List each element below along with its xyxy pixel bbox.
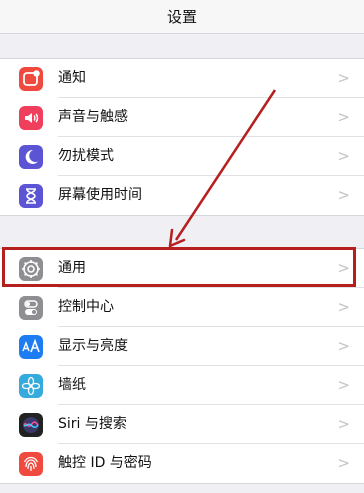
settings-row-label: 通知 bbox=[58, 70, 86, 86]
hourglass-icon bbox=[19, 184, 43, 208]
settings-row-label: 勿扰模式 bbox=[58, 148, 114, 164]
chevron-right-icon: > bbox=[337, 108, 350, 126]
settings-group-2: 通用 > 控制中心 > 显示与亮度 > 墙纸 > Siri 与搜索 > 触控 I… bbox=[0, 248, 364, 484]
settings-row-touch-id-passcode[interactable]: 触控 ID 与密码 > bbox=[0, 444, 364, 483]
settings-row-general[interactable]: 通用 > bbox=[0, 249, 364, 288]
fingerprint-icon bbox=[19, 452, 43, 476]
settings-row-sounds[interactable]: 声音与触感 > bbox=[0, 98, 364, 137]
chevron-right-icon: > bbox=[337, 415, 350, 433]
nav-bar: 设置 bbox=[0, 0, 364, 34]
settings-row-display-brightness[interactable]: 显示与亮度 > bbox=[0, 327, 364, 366]
settings-row-label: 显示与亮度 bbox=[58, 338, 128, 354]
siri-icon bbox=[19, 413, 43, 437]
text-size-icon bbox=[19, 335, 43, 359]
settings-row-label: 屏幕使用时间 bbox=[58, 187, 142, 203]
flower-icon bbox=[19, 374, 43, 398]
chevron-right-icon: > bbox=[337, 147, 350, 165]
chevron-right-icon: > bbox=[337, 259, 350, 277]
chevron-right-icon: > bbox=[337, 337, 350, 355]
chevron-right-icon: > bbox=[337, 454, 350, 472]
page-title: 设置 bbox=[166, 8, 197, 26]
moon-icon bbox=[19, 145, 43, 169]
settings-row-control-center[interactable]: 控制中心 > bbox=[0, 288, 364, 327]
settings-row-do-not-disturb[interactable]: 勿扰模式 > bbox=[0, 137, 364, 176]
settings-row-label: Siri 与搜索 bbox=[58, 416, 127, 432]
settings-row-wallpaper[interactable]: 墙纸 > bbox=[0, 366, 364, 405]
chevron-right-icon: > bbox=[337, 69, 350, 87]
settings-row-label: 墙纸 bbox=[58, 377, 86, 393]
notifications-icon bbox=[19, 67, 43, 91]
settings-row-notifications[interactable]: 通知 > bbox=[0, 59, 364, 98]
chevron-right-icon: > bbox=[337, 376, 350, 394]
settings-row-label: 触控 ID 与密码 bbox=[58, 455, 152, 471]
chevron-right-icon: > bbox=[337, 298, 350, 316]
settings-group-1: 通知 > 声音与触感 > 勿扰模式 > 屏幕使用时间 > bbox=[0, 58, 364, 216]
sound-icon bbox=[19, 106, 43, 130]
settings-row-screen-time[interactable]: 屏幕使用时间 > bbox=[0, 176, 364, 215]
settings-row-siri-search[interactable]: Siri 与搜索 > bbox=[0, 405, 364, 444]
gear-icon bbox=[19, 257, 43, 281]
settings-row-label: 声音与触感 bbox=[58, 109, 128, 125]
toggles-icon bbox=[19, 296, 43, 320]
settings-row-label: 控制中心 bbox=[58, 299, 114, 315]
chevron-right-icon: > bbox=[337, 186, 350, 204]
settings-row-label: 通用 bbox=[58, 260, 86, 276]
